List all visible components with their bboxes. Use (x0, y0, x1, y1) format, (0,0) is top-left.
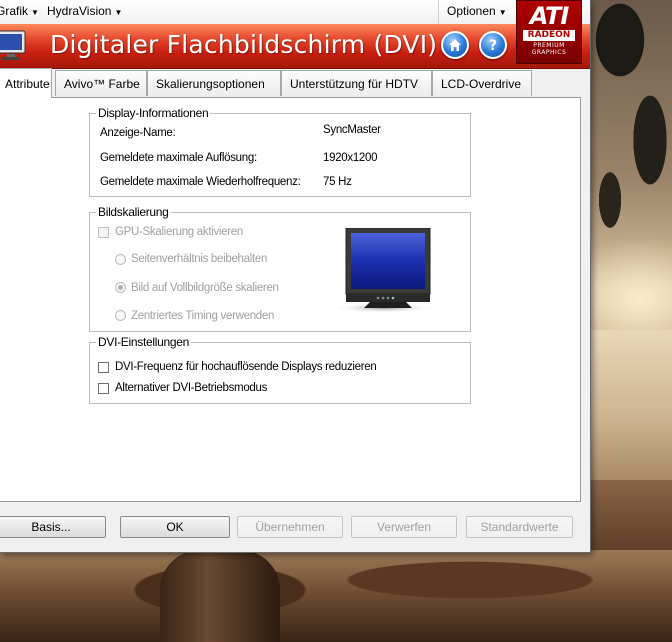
group-title: Bildskalierung (96, 205, 171, 219)
dvi-reduce-frequency-label: DVI-Frequenz für hochauflösende Displays… (115, 361, 377, 373)
logo-product: RADEON (523, 30, 575, 41)
logo-brand: ATI (529, 2, 570, 30)
gpu-scaling-label: GPU-Skalierung aktivieren (115, 226, 244, 238)
monitor-preview-icon (332, 228, 436, 313)
gpu-scaling-checkbox[interactable] (98, 227, 109, 238)
dvi-reduce-frequency-checkbox[interactable] (98, 362, 109, 373)
radio-fullscreen[interactable] (115, 282, 126, 293)
menu-bar: Grafik ▼ HydraVision ▼ Optionen ▼ (0, 0, 590, 25)
menu-grafik[interactable]: Grafik ▼ (0, 4, 39, 18)
page-banner: Digitaler Flachbildschirm (DVI) 4 ? (0, 24, 590, 69)
tab-hdtv[interactable]: Unterstützung für HDTV (281, 70, 432, 96)
group-title: DVI-Einstellungen (96, 335, 191, 349)
help-button[interactable]: ? (479, 31, 507, 59)
page-title: Digitaler Flachbildschirm (DVI) 4 (50, 30, 462, 59)
tab-attribute[interactable]: Attribute (0, 68, 52, 98)
ati-radeon-logo: ATI RADEON PREMIUM GRAPHICS (516, 0, 582, 64)
menu-hydravision[interactable]: HydraVision ▼ (47, 4, 122, 18)
max-resolution-value: 1920x1200 (323, 152, 378, 164)
svg-text:?: ? (489, 38, 497, 53)
basis-button[interactable]: Basis... (0, 516, 106, 538)
wallpaper-roots (0, 550, 672, 642)
chevron-down-icon: ▼ (31, 8, 39, 17)
logo-tagline-2: GRAPHICS (531, 49, 567, 56)
radio-centered-label: Zentriertes Timing verwenden (131, 310, 275, 322)
defaults-button[interactable]: Standardwerte (466, 516, 573, 538)
radio-selected-dot (118, 285, 123, 290)
display-name-label: Anzeige-Name: (100, 127, 176, 139)
radio-keep-aspect-label: Seitenverhältnis beibehalten (131, 253, 268, 265)
radio-centered[interactable] (115, 310, 126, 321)
dvi-alt-mode-label: Alternativer DVI-Betriebsmodus (115, 382, 268, 394)
tab-strip: Attribute Avivo™ Farbe Skalierungsoption… (0, 68, 590, 98)
tab-avivo-farbe[interactable]: Avivo™ Farbe (55, 70, 147, 96)
wallpaper-foliage (590, 0, 672, 260)
wallpaper-trunk (160, 550, 280, 642)
radio-fullscreen-label: Bild auf Vollbildgröße skalieren (131, 282, 279, 294)
group-title: Display-Informationen (96, 106, 211, 120)
tab-skalierungsoptionen[interactable]: Skalierungsoptionen (147, 70, 281, 96)
display-name-value: SyncMaster (323, 124, 381, 136)
dvi-group: DVI-Einstellungen (89, 335, 471, 404)
max-refresh-value: 75 Hz (323, 176, 352, 188)
wallpaper-lake (590, 330, 672, 480)
catalyst-control-center-window: Grafik ▼ HydraVision ▼ Optionen ▼ Digitaler… (0, 0, 591, 553)
max-resolution-label: Gemeldete maximale Auflösung: (100, 152, 257, 164)
radio-keep-aspect[interactable] (115, 254, 126, 265)
home-icon (449, 39, 461, 51)
ok-button[interactable]: OK (120, 516, 230, 538)
apply-button[interactable]: Übernehmen (237, 516, 343, 538)
help-icon: ? (489, 38, 497, 53)
chevron-down-icon: ▼ (498, 8, 507, 17)
max-refresh-label: Gemeldete maximale Wiederholfrequenz: (100, 176, 301, 188)
home-button[interactable] (441, 31, 469, 59)
menu-divider (438, 0, 439, 24)
tab-lcd-overdrive[interactable]: LCD-Overdrive (432, 70, 532, 96)
menu-optionen[interactable]: Optionen ▼ (447, 4, 507, 18)
logo-tagline-1: PREMIUM (533, 42, 565, 49)
dvi-alt-mode-checkbox[interactable] (98, 383, 109, 394)
chevron-down-icon: ▼ (114, 8, 123, 17)
discard-button[interactable]: Verwerfen (351, 516, 457, 538)
monitor-icon (0, 30, 26, 60)
